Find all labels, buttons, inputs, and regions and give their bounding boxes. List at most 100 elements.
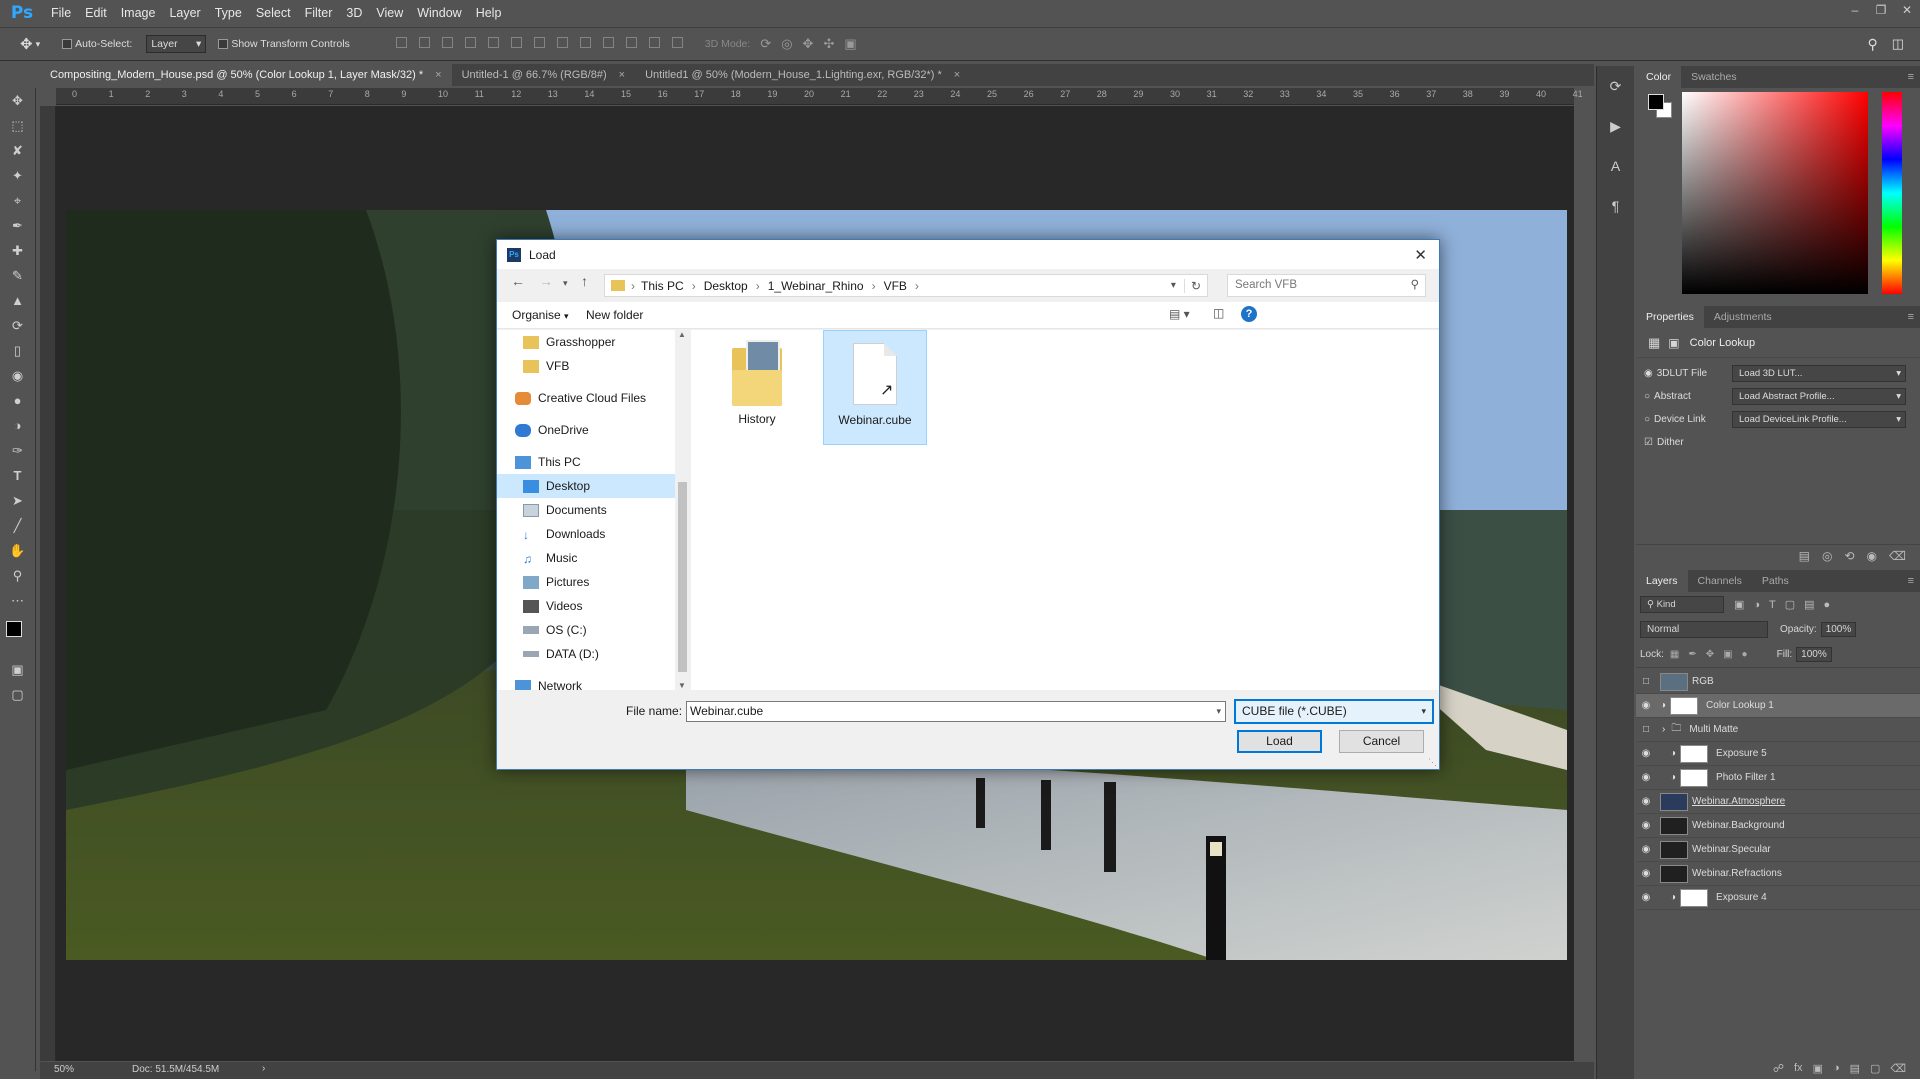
more-tools-icon[interactable]: ⋯ bbox=[0, 588, 35, 613]
foreground-color[interactable] bbox=[1648, 94, 1664, 110]
auto-align-icon[interactable] bbox=[671, 37, 683, 48]
breadcrumb-vfb[interactable]: VFB bbox=[884, 279, 907, 293]
checkbox-checked-icon[interactable]: ☑ bbox=[1644, 437, 1653, 448]
tree-item-music[interactable]: ♫ Music bbox=[497, 546, 675, 570]
paragraph-panel-icon[interactable]: ¶ bbox=[1597, 186, 1634, 226]
tree-item-os-c[interactable]: OS (C:) bbox=[497, 618, 675, 642]
menu-view[interactable]: View bbox=[369, 6, 410, 20]
search-icon[interactable]: ⚲ bbox=[1867, 36, 1877, 53]
new-group-icon[interactable]: ▤ bbox=[1850, 1062, 1860, 1075]
distribute-top-icon[interactable] bbox=[533, 37, 545, 48]
tree-item-vfb[interactable]: VFB bbox=[497, 354, 675, 378]
tree-item-creative-cloud[interactable]: Creative Cloud Files bbox=[497, 386, 675, 410]
paint-bucket-icon[interactable]: ◉ bbox=[0, 363, 35, 388]
chevron-down-icon[interactable]: ▾ bbox=[36, 39, 41, 50]
help-icon[interactable]: ? bbox=[1241, 306, 1257, 322]
auto-select-dropdown[interactable]: Layer ▾ bbox=[146, 35, 207, 53]
menu-3d[interactable]: 3D bbox=[339, 6, 369, 20]
tree-item-this-pc[interactable]: This PC bbox=[497, 450, 675, 474]
menu-help[interactable]: Help bbox=[469, 6, 509, 20]
tree-item-documents[interactable]: Documents bbox=[497, 498, 675, 522]
tab-paths[interactable]: Paths bbox=[1752, 570, 1799, 592]
opacity-value[interactable]: 100% bbox=[1820, 621, 1857, 637]
menu-layer[interactable]: Layer bbox=[162, 6, 207, 20]
layer-row[interactable]: ◉ Webinar.Background bbox=[1636, 814, 1920, 838]
clone-stamp-icon[interactable]: ▲ bbox=[0, 288, 35, 313]
new-folder-button[interactable]: New folder bbox=[586, 308, 643, 322]
layer-mask-thumbnail[interactable] bbox=[1680, 768, 1709, 787]
view-previous-icon[interactable]: ◎ bbox=[1822, 549, 1832, 563]
tab-adjustments[interactable]: Adjustments bbox=[1704, 306, 1782, 328]
tree-item-desktop[interactable]: Desktop bbox=[497, 474, 675, 498]
foreground-color[interactable] bbox=[6, 621, 22, 637]
color-swatches[interactable] bbox=[0, 613, 35, 657]
tab-compositing[interactable]: Compositing_Modern_House.psd @ 50% (Colo… bbox=[40, 64, 452, 86]
magic-wand-icon[interactable]: ✦ bbox=[0, 163, 35, 188]
chevron-right-icon[interactable]: › bbox=[262, 1063, 265, 1074]
layer-row[interactable]: ◉ Webinar.Atmosphere bbox=[1636, 790, 1920, 814]
layer-mask-thumbnail[interactable] bbox=[1680, 744, 1709, 763]
abstract-dropdown[interactable]: Load Abstract Profile... ▾ bbox=[1732, 388, 1906, 405]
tab-channels[interactable]: Channels bbox=[1688, 570, 1752, 592]
radio-icon[interactable]: ○ bbox=[1644, 391, 1650, 402]
tree-item-grasshopper[interactable]: Grasshopper bbox=[497, 330, 675, 354]
breadcrumb-desktop[interactable]: Desktop bbox=[704, 279, 748, 293]
file-name-input[interactable]: Webinar.cube ▾ bbox=[686, 701, 1226, 722]
close-icon[interactable]: × bbox=[619, 69, 625, 81]
pen-tool-icon[interactable]: ✑ bbox=[0, 438, 35, 463]
scroll-up-icon[interactable]: ▲ bbox=[678, 330, 686, 339]
menu-filter[interactable]: Filter bbox=[298, 6, 340, 20]
tab-untitled1-exr[interactable]: Untitled1 @ 50% (Modern_House_1.Lighting… bbox=[635, 64, 970, 86]
tree-item-downloads[interactable]: ↓ Downloads bbox=[497, 522, 675, 546]
close-icon[interactable]: ✕ bbox=[1894, 0, 1920, 22]
layer-row[interactable]: ◉ ◑ Exposure 4 bbox=[1636, 886, 1920, 910]
add-mask-icon[interactable]: ▣ bbox=[1813, 1062, 1823, 1075]
panel-menu-icon[interactable]: ≡ bbox=[1908, 311, 1914, 323]
eye-icon[interactable]: ◉ bbox=[1636, 748, 1656, 759]
blur-tool-icon[interactable]: ● bbox=[0, 388, 35, 413]
fx-icon[interactable]: fx bbox=[1794, 1062, 1803, 1074]
new-layer-icon[interactable]: ▢ bbox=[1870, 1062, 1880, 1075]
file-item-history[interactable]: History bbox=[705, 330, 809, 445]
close-icon[interactable]: ✕ bbox=[1414, 246, 1427, 264]
distribute-right-icon[interactable] bbox=[648, 37, 660, 48]
visibility-off-icon[interactable]: □ bbox=[1636, 724, 1656, 735]
close-icon[interactable]: × bbox=[954, 69, 960, 81]
crop-tool-icon[interactable]: ⌖ bbox=[0, 188, 35, 213]
align-hcenter-icon[interactable] bbox=[487, 37, 499, 48]
view-options-icon[interactable]: ▤ ▾ bbox=[1169, 307, 1190, 321]
marquee-tool-icon[interactable]: ⬚ bbox=[0, 113, 35, 138]
quick-mask-icon[interactable]: ▣ bbox=[0, 657, 35, 682]
filter-icons[interactable]: ▣◑T▢▤● bbox=[1734, 598, 1839, 611]
layer-row[interactable]: ◉ ◑ Exposure 5 bbox=[1636, 742, 1920, 766]
distribute-left-icon[interactable] bbox=[602, 37, 614, 48]
layer-mask-thumbnail[interactable] bbox=[1670, 696, 1699, 715]
mask-icon[interactable]: ▣ bbox=[1668, 336, 1679, 350]
chevron-down-icon[interactable]: ▾ bbox=[1171, 280, 1176, 291]
menu-file[interactable]: File bbox=[44, 6, 78, 20]
minimize-icon[interactable]: – bbox=[1842, 0, 1868, 22]
fill-value[interactable]: 100% bbox=[1796, 647, 1832, 662]
load-button[interactable]: Load bbox=[1237, 730, 1322, 753]
tree-item-network[interactable]: Network bbox=[497, 674, 675, 690]
chevron-down-icon[interactable]: ▾ bbox=[1216, 702, 1221, 721]
navigation-scrollbar[interactable]: ▲ ▼ bbox=[675, 330, 690, 690]
character-panel-icon[interactable]: A bbox=[1597, 146, 1634, 186]
dodge-tool-icon[interactable]: ◑ bbox=[0, 413, 35, 438]
back-arrow-icon[interactable]: ← bbox=[511, 273, 525, 289]
menu-type[interactable]: Type bbox=[208, 6, 249, 20]
resize-grip-icon[interactable]: ⋱ bbox=[1428, 757, 1437, 768]
refresh-icon[interactable]: ↻ bbox=[1183, 278, 1201, 293]
chevron-right-icon[interactable]: › bbox=[1662, 724, 1665, 735]
breadcrumb-webinar-rhino[interactable]: 1_Webinar_Rhino bbox=[768, 279, 864, 293]
path-select-icon[interactable]: ➤ bbox=[0, 488, 35, 513]
tree-item-data-d[interactable]: DATA (D:) bbox=[497, 642, 675, 666]
file-item-webinar-cube[interactable]: ↗ Webinar.cube bbox=[823, 330, 927, 445]
tree-item-videos[interactable]: Videos bbox=[497, 594, 675, 618]
layer-row-selected[interactable]: ◉ ◑ Color Lookup 1 bbox=[1636, 694, 1920, 718]
layer-row[interactable]: □ RGB bbox=[1636, 670, 1920, 694]
layer-row[interactable]: ◉ Webinar.Refractions bbox=[1636, 862, 1920, 886]
layer-mask-thumbnail[interactable] bbox=[1680, 888, 1709, 907]
organise-button[interactable]: Organise ▾ bbox=[512, 308, 569, 322]
align-right-icon[interactable] bbox=[510, 37, 522, 48]
